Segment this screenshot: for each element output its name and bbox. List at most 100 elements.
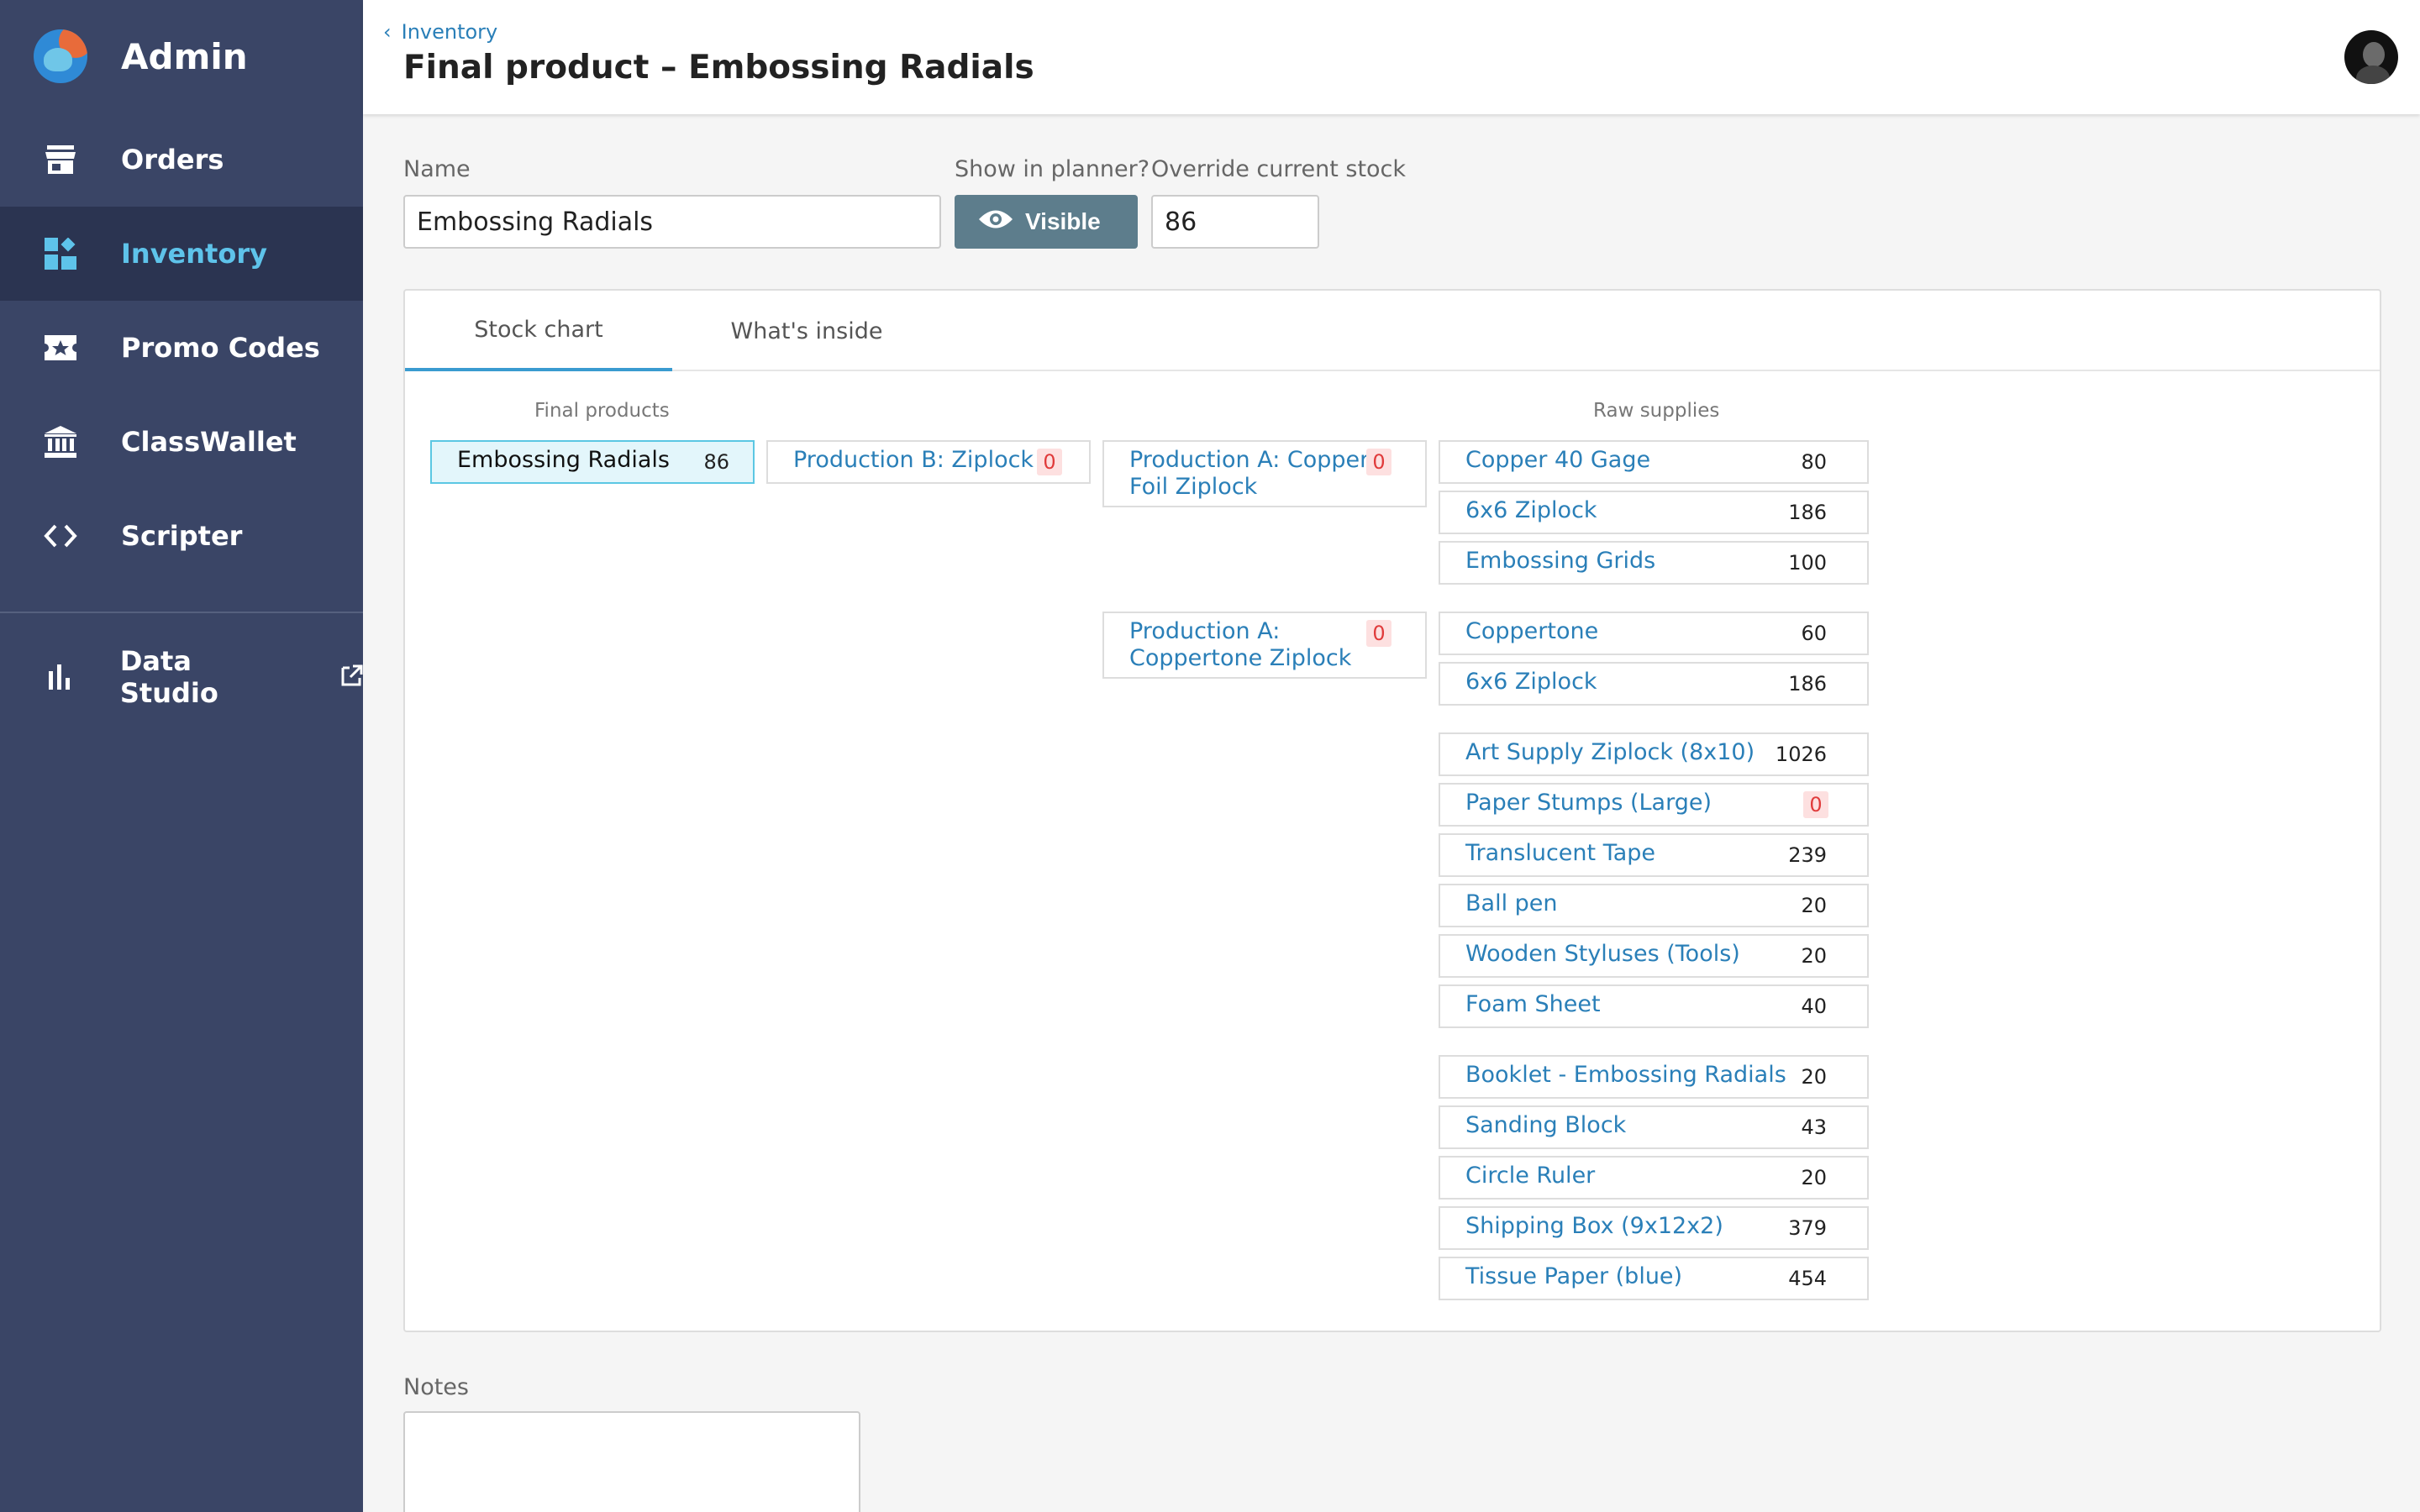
avatar[interactable] (2344, 30, 2398, 84)
node-name-line: Foil Ziplock (1129, 474, 1258, 500)
sidebar-item-promo-codes[interactable]: Promo Codes (0, 301, 363, 395)
sidebar-divider (0, 612, 363, 613)
node-count: 80 (1801, 450, 1827, 474)
node-count: 186 (1788, 672, 1827, 696)
node-count: 379 (1788, 1216, 1827, 1240)
eye-icon (978, 208, 1013, 236)
name-input[interactable] (403, 195, 941, 249)
final-product-node[interactable]: Embossing Radials 86 (430, 440, 755, 484)
external-link-icon[interactable] (341, 661, 363, 693)
sidebar-item-label: ClassWallet (121, 426, 297, 458)
sidebar-item-scripter[interactable]: Scripter (0, 489, 363, 583)
node-name: Production B: Ziplock (793, 447, 1034, 473)
sidebar-item-label: Scripter (121, 520, 243, 552)
node-count: 100 (1788, 551, 1827, 575)
node-name: Shipping Box (9x12x2) (1465, 1213, 1723, 1239)
brand-logo (34, 29, 87, 83)
raw-supply-node[interactable]: Ball pen 20 (1439, 884, 1869, 927)
sidebar-item-label: Inventory (121, 238, 267, 270)
node-name: Sanding Block (1465, 1112, 1627, 1138)
final-products-header: Final products (534, 400, 670, 422)
zero-stock-badge: 0 (1366, 449, 1392, 475)
page-header: ‹ Inventory Final product – Embossing Ra… (363, 0, 2420, 114)
node-name: Coppertone (1465, 618, 1599, 644)
raw-supply-node[interactable]: Paper Stumps (Large) 0 (1439, 783, 1869, 827)
stock-panel: Stock chart What's inside Final products… (403, 289, 2381, 1332)
breadcrumb[interactable]: ‹ Inventory (383, 20, 497, 44)
node-count: 20 (1801, 894, 1827, 917)
brand-title: Admin (121, 35, 248, 77)
node-name: Embossing Grids (1465, 548, 1656, 574)
tab-whats-inside[interactable]: What's inside (672, 291, 941, 371)
node-count: 239 (1788, 843, 1827, 867)
node-count: 60 (1801, 622, 1827, 645)
node-name: Foam Sheet (1465, 991, 1601, 1017)
node-name: Booklet - Embossing Radials (1465, 1062, 1786, 1088)
sidebar-item-classwallet[interactable]: ClassWallet (0, 395, 363, 489)
node-count: 20 (1801, 1065, 1827, 1089)
page-title: Final product – Embossing Radials (403, 49, 1034, 87)
node-name: Translucent Tape (1465, 840, 1656, 866)
node-count: 86 (703, 450, 729, 474)
raw-supply-node[interactable]: Circle Ruler 20 (1439, 1156, 1869, 1200)
visibility-label: Visible (1025, 208, 1101, 234)
node-count: 186 (1788, 501, 1827, 524)
raw-supply-node[interactable]: 6x6 Ziplock 186 (1439, 662, 1869, 706)
ticket-star-icon (44, 331, 77, 365)
raw-supply-node[interactable]: Booklet - Embossing Radials 20 (1439, 1055, 1869, 1099)
production-node[interactable]: Production B: Ziplock 0 (766, 440, 1091, 484)
node-name: Tissue Paper (blue) (1465, 1263, 1683, 1289)
notes-label: Notes (403, 1374, 469, 1400)
node-name: Circle Ruler (1465, 1163, 1596, 1189)
raw-supply-node[interactable]: Tissue Paper (blue) 454 (1439, 1257, 1869, 1300)
node-name: Production A: Copper Foil Ziplock (1129, 447, 1369, 501)
node-count: 40 (1801, 995, 1827, 1018)
bar-chart-icon (44, 660, 76, 694)
node-name: Embossing Radials (457, 447, 670, 473)
dashboard-icon (44, 237, 77, 270)
zero-stock-badge: 0 (1803, 791, 1828, 818)
raw-supply-node[interactable]: Shipping Box (9x12x2) 379 (1439, 1206, 1869, 1250)
node-name: Wooden Styluses (Tools) (1465, 941, 1740, 967)
brand[interactable]: Admin (0, 0, 363, 113)
raw-supply-node[interactable]: Translucent Tape 239 (1439, 833, 1869, 877)
node-name: 6x6 Ziplock (1465, 497, 1597, 523)
override-stock-input[interactable] (1151, 195, 1319, 249)
raw-supplies-header: Raw supplies (1593, 400, 1720, 422)
raw-supply-node[interactable]: Wooden Styluses (Tools) 20 (1439, 934, 1869, 978)
node-name-line: Production A: (1129, 618, 1281, 644)
raw-supply-node[interactable]: Art Supply Ziplock (8x10) 1026 (1439, 732, 1869, 776)
node-name: Art Supply Ziplock (8x10) (1465, 739, 1755, 765)
breadcrumb-link[interactable]: Inventory (402, 20, 498, 44)
zero-stock-badge: 0 (1037, 449, 1062, 475)
sidebar-item-orders[interactable]: Orders (0, 113, 363, 207)
notes-textarea[interactable] (403, 1411, 860, 1512)
tab-bar: Stock chart What's inside (405, 291, 2380, 371)
sidebar-item-label: Orders (121, 144, 224, 176)
raw-supply-node[interactable]: Foam Sheet 40 (1439, 984, 1869, 1028)
sidebar-item-data-studio[interactable]: Data Studio (0, 643, 363, 711)
node-name: Paper Stumps (Large) (1465, 790, 1712, 816)
visibility-toggle-button[interactable]: Visible (955, 195, 1138, 249)
name-label: Name (403, 156, 471, 182)
sidebar-item-label: Promo Codes (121, 332, 320, 364)
raw-supply-node[interactable]: Copper 40 Gage 80 (1439, 440, 1869, 484)
node-count: 20 (1801, 944, 1827, 968)
planner-label: Show in planner? (955, 156, 1150, 182)
sidebar-item-inventory[interactable]: Inventory (0, 207, 363, 301)
raw-supply-node[interactable]: Sanding Block 43 (1439, 1105, 1869, 1149)
code-icon (44, 519, 77, 553)
production-node[interactable]: Production A: Coppertone Ziplock 0 (1102, 612, 1427, 679)
production-node[interactable]: Production A: Copper Foil Ziplock 0 (1102, 440, 1427, 507)
node-name: Ball pen (1465, 890, 1558, 916)
node-count: 20 (1801, 1166, 1827, 1189)
raw-supply-node[interactable]: Embossing Grids 100 (1439, 541, 1869, 585)
node-count: 454 (1788, 1267, 1827, 1290)
chevron-left-icon: ‹ (383, 20, 392, 44)
zero-stock-badge: 0 (1366, 620, 1392, 647)
node-count: 1026 (1775, 743, 1827, 766)
raw-supply-node[interactable]: Coppertone 60 (1439, 612, 1869, 655)
node-name-line: Production A: Copper (1129, 447, 1370, 473)
tab-stock-chart[interactable]: Stock chart (405, 291, 672, 371)
raw-supply-node[interactable]: 6x6 Ziplock 186 (1439, 491, 1869, 534)
